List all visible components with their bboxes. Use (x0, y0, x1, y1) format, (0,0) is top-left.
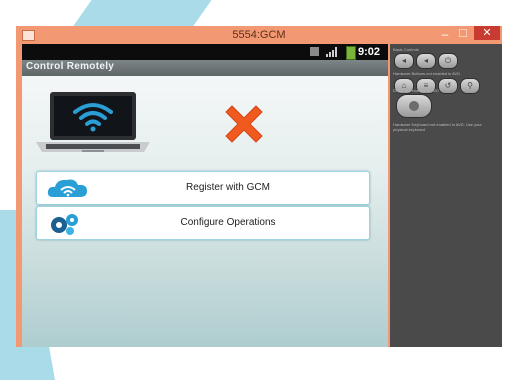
status-bar: 9:02 (22, 44, 388, 60)
minimize-button[interactable]: – (438, 27, 452, 41)
volume-up-button[interactable]: ◂ (416, 53, 436, 69)
dpad-center-button[interactable] (409, 101, 419, 111)
register-gcm-label: Register with GCM (186, 182, 270, 193)
laptop-wifi-icon (36, 92, 150, 152)
sd-card-icon (310, 47, 319, 56)
signal-icon (326, 47, 340, 57)
hardware-buttons-label: Hardware Buttons not enabled in AVD (393, 71, 461, 76)
status-time: 9:02 (358, 46, 381, 58)
app-title: Control Remotely (26, 61, 115, 72)
battery-icon (346, 46, 356, 60)
dpad-control[interactable] (396, 94, 432, 118)
maximize-button[interactable]: ☐ (456, 27, 470, 41)
basic-controls-label: Basic Controls (393, 47, 419, 52)
main-content: Register with GCM Configure Operations (22, 76, 388, 347)
hardware-keyboard-label: Hardware Keyboard not enabled in AVD. Us… (393, 122, 482, 132)
window-titlebar[interactable]: 5554:GCM – ☐ ✕ (16, 26, 502, 44)
close-button[interactable]: ✕ (474, 26, 500, 40)
window-title: 5554:GCM (232, 29, 286, 41)
configure-operations-button[interactable]: Configure Operations (36, 206, 370, 240)
device-screen: 9:02 Control Remotely Register with GCM … (22, 44, 388, 347)
volume-down-button[interactable]: ◂ (394, 53, 414, 69)
configure-operations-label: Configure Operations (180, 217, 276, 228)
register-gcm-button[interactable]: Register with GCM (36, 171, 370, 205)
cloud-wifi-icon (47, 179, 87, 197)
back-button[interactable]: ↺ (438, 78, 458, 94)
action-bar: Control Remotely (22, 60, 388, 76)
red-x-icon (225, 105, 263, 143)
emulator-controls-panel: Basic Controls ◂ ◂ ⏻ Hardware Buttons no… (390, 44, 502, 347)
emulator-window: 5554:GCM – ☐ ✕ 9:02 Control Remotely Reg… (16, 26, 502, 347)
power-button[interactable]: ⏻ (438, 53, 458, 69)
dpad-label: DPAD not enabled in AVD (393, 88, 439, 93)
gears-icon (51, 214, 78, 235)
search-button[interactable]: ⚲ (460, 78, 480, 94)
